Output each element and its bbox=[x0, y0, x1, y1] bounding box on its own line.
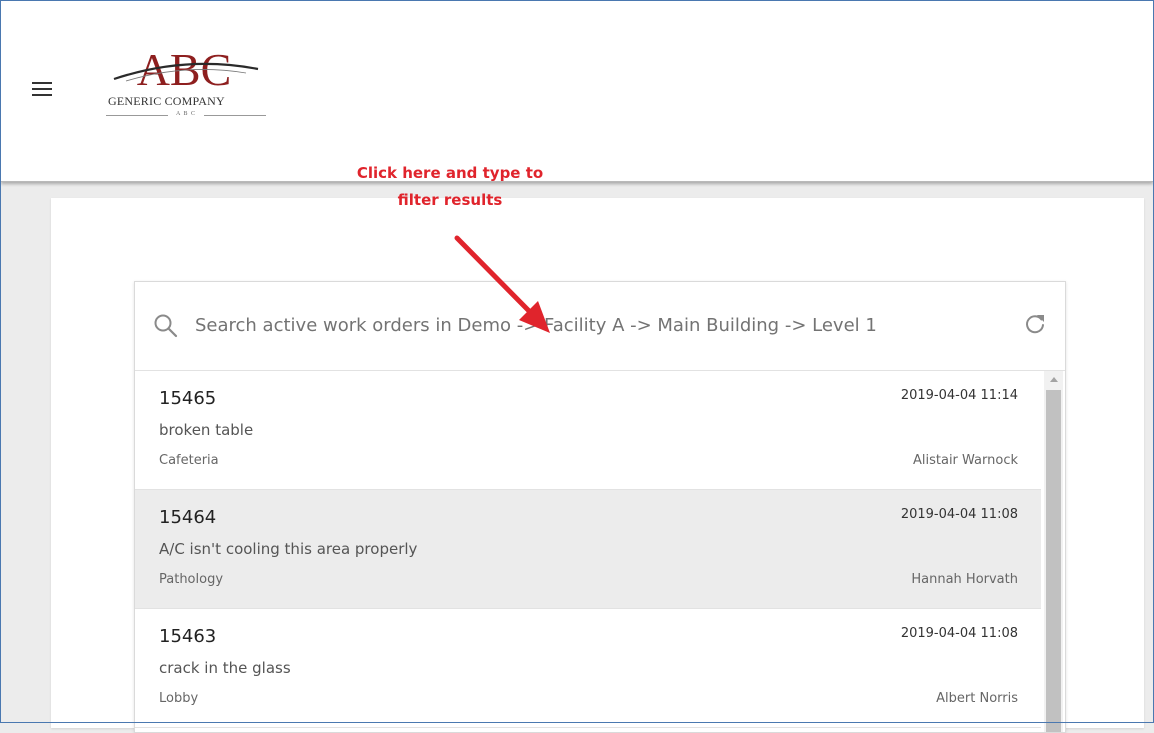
work-order-date: 2019-04-04 11:14 bbox=[900, 388, 1018, 403]
work-order-description: crack in the glass bbox=[159, 659, 291, 677]
work-order-id: 15463 bbox=[159, 626, 217, 647]
work-order-assignee: Alistair Warnock bbox=[912, 453, 1018, 468]
work-order-description: A/C isn't cooling this area properly bbox=[159, 540, 418, 558]
scrollbar-thumb[interactable] bbox=[1046, 390, 1061, 732]
work-order-location: Lobby bbox=[159, 691, 199, 706]
work-order-date: 2019-04-04 11:08 bbox=[900, 626, 1018, 641]
logo-mark-icon: ABC bbox=[113, 44, 259, 95]
work-orders-panel: 15465 broken table Cafeteria 2019-04-04 … bbox=[134, 281, 1066, 733]
scroll-up-arrow-icon[interactable] bbox=[1044, 371, 1063, 389]
work-order-row[interactable]: 15465 broken table Cafeteria 2019-04-04 … bbox=[135, 371, 1041, 490]
search-bar bbox=[135, 282, 1065, 371]
work-order-row[interactable]: 15463 crack in the glass Lobby 2019-04-0… bbox=[135, 609, 1041, 728]
work-order-location: Pathology bbox=[159, 572, 224, 587]
work-order-location: Cafeteria bbox=[159, 453, 219, 468]
search-icon bbox=[154, 314, 178, 338]
work-order-description: broken table bbox=[159, 421, 254, 439]
work-order-assignee: Hannah Horvath bbox=[911, 572, 1018, 587]
work-order-row[interactable]: 15464 A/C isn't cooling this area proper… bbox=[135, 490, 1041, 609]
annotation-line-1: Click here and type to bbox=[356, 164, 544, 182]
list-scrollbar[interactable] bbox=[1044, 371, 1063, 732]
hamburger-menu-icon[interactable] bbox=[30, 79, 54, 99]
work-order-id: 15464 bbox=[159, 507, 217, 528]
logo-subtitle: A B C bbox=[106, 111, 266, 117]
company-logo[interactable]: ABC GENERIC COMPANY A B C bbox=[106, 41, 266, 123]
annotation-callout: Click here and type to filter results bbox=[310, 160, 590, 214]
refresh-icon[interactable] bbox=[1023, 312, 1047, 336]
work-order-date: 2019-04-04 11:08 bbox=[900, 507, 1018, 522]
work-order-id: 15465 bbox=[159, 388, 217, 409]
annotation-line-2: filter results bbox=[397, 191, 503, 209]
work-order-assignee: Albert Norris bbox=[936, 691, 1018, 706]
search-input[interactable] bbox=[195, 308, 1005, 342]
logo-company-name: GENERIC COMPANY bbox=[108, 94, 225, 108]
app-header: ABC GENERIC COMPANY A B C bbox=[1, 1, 1153, 182]
work-order-list: 15465 broken table Cafeteria 2019-04-04 … bbox=[135, 371, 1041, 728]
